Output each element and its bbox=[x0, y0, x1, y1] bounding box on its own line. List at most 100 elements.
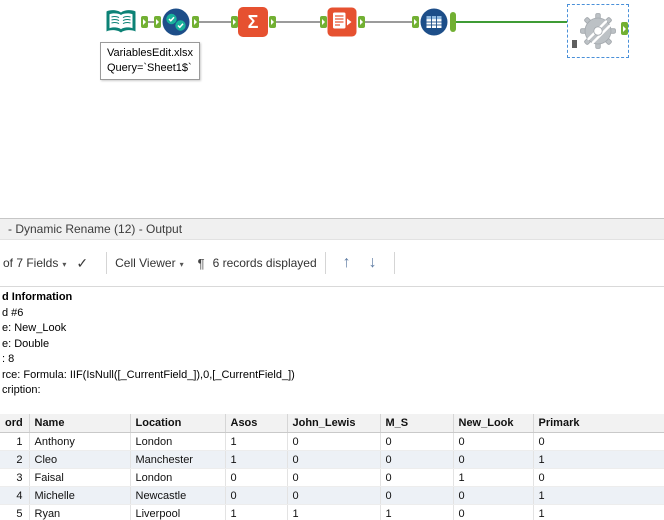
cell-asos[interactable]: 1 bbox=[225, 450, 288, 469]
workflow-canvas[interactable]: Σ VariablesEdit.xlsx Query=`Sheet1$` bbox=[0, 0, 664, 218]
cell-location[interactable]: London bbox=[130, 468, 226, 487]
cell-m-s[interactable]: 0 bbox=[380, 432, 454, 451]
cell-asos[interactable]: 1 bbox=[225, 432, 288, 451]
cell-m-s[interactable]: 0 bbox=[380, 486, 454, 505]
cell-location[interactable]: Manchester bbox=[130, 450, 226, 469]
col-header-location[interactable]: Location bbox=[130, 414, 226, 433]
input-anchor-icon[interactable] bbox=[154, 16, 161, 28]
cell-m-s[interactable]: 0 bbox=[380, 450, 454, 469]
table-row[interactable]: 1 Anthony London 1 0 0 0 0 bbox=[0, 432, 664, 451]
cell-name[interactable]: Faisal bbox=[29, 468, 131, 487]
cell-primark[interactable]: 0 bbox=[533, 432, 664, 451]
cell-john-lewis[interactable]: 0 bbox=[287, 468, 381, 487]
table-header-row: ord Name Location Asos John_Lewis M_S Ne… bbox=[0, 414, 664, 433]
cell-name[interactable]: Anthony bbox=[29, 432, 131, 451]
cell-m-s[interactable]: 0 bbox=[380, 468, 454, 487]
field-info-name: e: New_Look bbox=[2, 322, 67, 334]
col-header-john-lewis[interactable]: John_Lewis bbox=[287, 414, 381, 433]
cell-location[interactable]: London bbox=[130, 432, 226, 451]
input-data-tool[interactable] bbox=[104, 7, 138, 37]
output-anchor-icon[interactable] bbox=[269, 16, 276, 28]
results-grid: ord Name Location Asos John_Lewis M_S Ne… bbox=[0, 414, 664, 520]
cell-john-lewis[interactable]: 0 bbox=[287, 486, 381, 505]
summarize-tool[interactable]: Σ bbox=[238, 7, 268, 37]
cell-new-look[interactable]: 0 bbox=[453, 486, 534, 505]
cell-location[interactable]: Liverpool bbox=[130, 504, 226, 520]
tool-tooltip: VariablesEdit.xlsx Query=`Sheet1$` bbox=[100, 42, 200, 80]
col-header-m-s[interactable]: M_S bbox=[380, 414, 454, 433]
cell-record[interactable]: 3 bbox=[0, 468, 30, 487]
tooltip-line-query: Query=`Sheet1$` bbox=[107, 62, 192, 74]
cell-name[interactable]: Michelle bbox=[29, 486, 131, 505]
cell-m-s[interactable]: 1 bbox=[380, 504, 454, 520]
table-row[interactable]: 2 Cleo Manchester 1 0 0 0 1 bbox=[0, 450, 664, 469]
arrow-up-icon[interactable]: ↑ bbox=[343, 254, 351, 272]
output-anchor-icon[interactable] bbox=[621, 22, 628, 35]
connection-line[interactable] bbox=[199, 21, 231, 23]
field-info-description: cription: bbox=[2, 384, 41, 396]
sigma-icon: Σ bbox=[247, 12, 259, 32]
cell-john-lewis[interactable]: 0 bbox=[287, 432, 381, 451]
toolbar-separator bbox=[393, 252, 395, 274]
records-displayed-label: 6 records displayed bbox=[212, 256, 317, 270]
col-header-record[interactable]: ord bbox=[0, 414, 30, 433]
cell-primark[interactable]: 1 bbox=[533, 504, 664, 520]
cell-record[interactable]: 1 bbox=[0, 432, 30, 451]
output-anchor-icon[interactable] bbox=[358, 16, 365, 28]
col-header-name[interactable]: Name bbox=[29, 414, 131, 433]
alteryx-designer-window: Σ VariablesEdit.xlsx Query=`Sheet1$` - D… bbox=[0, 0, 664, 520]
input-anchor-icon[interactable] bbox=[231, 16, 238, 28]
macro-gear-tool[interactable] bbox=[578, 11, 618, 51]
cell-primark[interactable]: 1 bbox=[533, 450, 664, 469]
rename-document-icon bbox=[327, 7, 357, 37]
chevron-down-icon[interactable]: ▾ bbox=[62, 260, 66, 269]
field-info-heading: d Information bbox=[2, 291, 73, 303]
cell-viewer-dropdown[interactable]: Cell Viewer bbox=[115, 256, 175, 270]
table-row[interactable]: 4 Michelle Newcastle 0 0 0 0 1 bbox=[0, 486, 664, 505]
results-table: ord Name Location Asos John_Lewis M_S Ne… bbox=[0, 414, 664, 520]
connection-line[interactable] bbox=[365, 21, 412, 23]
connection-line[interactable] bbox=[456, 21, 567, 23]
connection-line[interactable] bbox=[276, 21, 320, 23]
table-row[interactable]: 5 Ryan Liverpool 1 1 1 0 1 bbox=[0, 504, 664, 520]
fields-dropdown[interactable]: of 7 Fields bbox=[3, 256, 58, 270]
cell-location[interactable]: Newcastle bbox=[130, 486, 226, 505]
cell-new-look[interactable]: 0 bbox=[453, 432, 534, 451]
cell-record[interactable]: 2 bbox=[0, 450, 30, 469]
field-info-source: rce: Formula: IIF(IsNull([_CurrentField_… bbox=[2, 368, 295, 381]
cell-primark[interactable]: 1 bbox=[533, 486, 664, 505]
dynamic-rename-tool[interactable] bbox=[327, 7, 357, 37]
cell-john-lewis[interactable]: 0 bbox=[287, 450, 381, 469]
cell-primark[interactable]: 0 bbox=[533, 468, 664, 487]
multi-field-check-tool[interactable] bbox=[161, 7, 191, 37]
cell-name[interactable]: Ryan bbox=[29, 504, 131, 520]
col-header-asos[interactable]: Asos bbox=[225, 414, 288, 433]
cell-name[interactable]: Cleo bbox=[29, 450, 131, 469]
input-anchor-icon[interactable] bbox=[412, 16, 419, 28]
cell-asos[interactable]: 0 bbox=[225, 468, 288, 487]
cell-asos[interactable]: 1 bbox=[225, 504, 288, 520]
output-anchor-icon[interactable] bbox=[192, 16, 199, 28]
cell-asos[interactable]: 0 bbox=[225, 486, 288, 505]
check-icon[interactable]: ✓ bbox=[76, 255, 88, 272]
chevron-down-icon[interactable]: ▾ bbox=[180, 260, 184, 269]
field-info-record: d #6 bbox=[2, 306, 24, 319]
cell-new-look[interactable]: 0 bbox=[453, 450, 534, 469]
cell-john-lewis[interactable]: 1 bbox=[287, 504, 381, 520]
input-anchor-icon[interactable] bbox=[320, 16, 327, 28]
cell-new-look[interactable]: 0 bbox=[453, 504, 534, 520]
whitespace-toggle-icon[interactable]: ¶ bbox=[198, 256, 205, 271]
double-check-icon bbox=[162, 8, 190, 36]
cell-record[interactable]: 4 bbox=[0, 486, 30, 505]
table-tool[interactable] bbox=[419, 7, 449, 37]
toolbar-separator bbox=[324, 252, 326, 274]
results-pane-titlebar: - Dynamic Rename (12) - Output bbox=[0, 218, 664, 240]
field-info-size: : 8 bbox=[2, 353, 15, 365]
cell-new-look[interactable]: 1 bbox=[453, 468, 534, 487]
cell-record[interactable]: 5 bbox=[0, 504, 30, 520]
col-header-primark[interactable]: Primark bbox=[533, 414, 664, 433]
col-header-new-look[interactable]: New_Look bbox=[453, 414, 534, 433]
arrow-down-icon[interactable]: ↓ bbox=[369, 254, 377, 272]
table-row[interactable]: 3 Faisal London 0 0 0 1 0 bbox=[0, 468, 664, 487]
output-anchor-icon[interactable] bbox=[141, 16, 148, 28]
